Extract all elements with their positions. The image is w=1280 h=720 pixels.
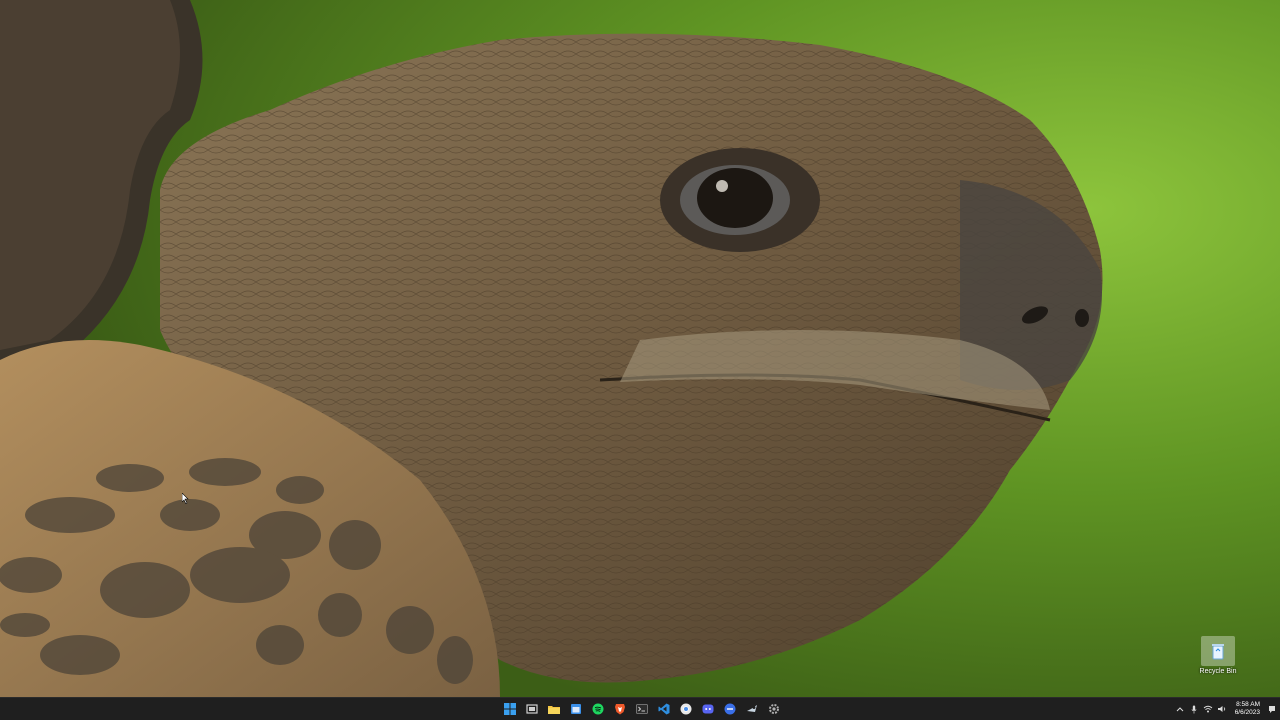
file-explorer-button[interactable]: [543, 698, 565, 720]
steam-icon: [747, 705, 757, 712]
windows-logo-icon: [504, 703, 516, 715]
clock-date: 6/6/2023: [1234, 709, 1260, 716]
wallpaper-tortoise: [0, 0, 1280, 697]
taskbar-apps: [499, 698, 785, 720]
steam-button[interactable]: [741, 698, 763, 720]
spotify-button[interactable]: [587, 698, 609, 720]
system-tray: 8:58 AM 6/6/2023: [1173, 698, 1280, 720]
brave-icon: [615, 704, 625, 715]
minus-circle-icon: [724, 703, 736, 715]
clock[interactable]: 8:58 AM 6/6/2023: [1229, 698, 1264, 720]
chrome-button[interactable]: [675, 698, 697, 720]
desktop: Recycle Bin: [0, 0, 1280, 697]
discord-button[interactable]: [697, 698, 719, 720]
vscode-button[interactable]: [653, 698, 675, 720]
task-view-icon: [526, 704, 538, 714]
brave-button[interactable]: [609, 698, 631, 720]
wifi-icon[interactable]: [1201, 698, 1215, 720]
mouse-cursor-icon: [182, 493, 189, 504]
calendar-icon: [571, 704, 581, 714]
calendar-button[interactable]: [565, 698, 587, 720]
terminal-icon: [636, 704, 648, 714]
settings-button[interactable]: [763, 698, 785, 720]
recycle-bin-label: Recycle Bin: [1199, 668, 1237, 675]
folder-icon: [548, 706, 560, 714]
app-blue-button[interactable]: [719, 698, 741, 720]
terminal-button[interactable]: [631, 698, 653, 720]
recycle-bin-icon: [1201, 636, 1235, 666]
gear-icon: [769, 704, 779, 714]
speaker-icon[interactable]: [1215, 698, 1229, 720]
chrome-icon: [680, 703, 692, 715]
chevron-up-icon[interactable]: [1173, 698, 1187, 720]
vscode-icon: [658, 703, 670, 715]
start-button[interactable]: [499, 698, 521, 720]
taskbar: 8:58 AM 6/6/2023: [0, 697, 1280, 720]
microphone-icon[interactable]: [1187, 698, 1201, 720]
discord-icon: [702, 704, 714, 714]
clock-time: 8:58 AM: [1236, 701, 1260, 708]
notification-icon[interactable]: [1264, 698, 1280, 720]
spotify-icon: [592, 703, 604, 715]
task-view-button[interactable]: [521, 698, 543, 720]
recycle-bin-shortcut[interactable]: Recycle Bin: [1196, 636, 1240, 680]
